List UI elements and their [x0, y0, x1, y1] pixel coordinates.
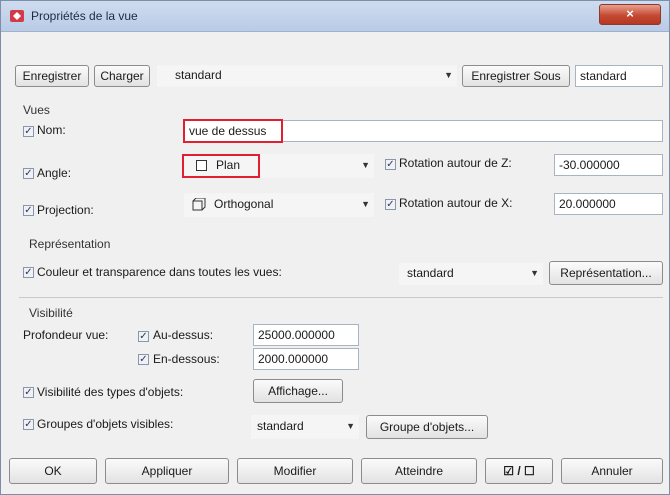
above-label: Au-dessus:	[153, 328, 214, 342]
save-as-name-field[interactable]: standard	[575, 65, 663, 87]
groups-checkbox[interactable]: ✓	[23, 419, 34, 430]
representation-button[interactable]: Représentation...	[549, 261, 663, 285]
above-field[interactable]: 25000.000000	[253, 324, 359, 346]
color-checkbox[interactable]: ✓	[23, 267, 34, 278]
preset-dropdown[interactable]: standard ▼	[157, 65, 457, 87]
projection-checkbox[interactable]: ✓	[23, 205, 34, 216]
groups-dropdown[interactable]: standard ▼	[251, 415, 359, 439]
view-properties-dialog: Propriétés de la vue × Enregistrer Charg…	[0, 0, 670, 495]
separator	[19, 297, 663, 298]
name-label: Nom:	[37, 123, 66, 137]
above-checkbox[interactable]: ✓	[138, 331, 149, 342]
rotz-checkbox[interactable]: ✓	[385, 159, 396, 170]
orthogonal-projection-icon	[192, 198, 206, 211]
groups-value: standard	[257, 419, 304, 433]
below-field[interactable]: 2000.000000	[253, 348, 359, 370]
rotz-field[interactable]: -30.000000	[554, 154, 663, 176]
save-as-button[interactable]: Enregistrer Sous	[462, 65, 570, 87]
types-label: Visibilité des types d'objets:	[37, 385, 184, 399]
name-checkbox[interactable]: ✓	[23, 126, 34, 137]
section-vues: Vues	[23, 103, 50, 117]
color-label: Couleur et transparence dans toutes les …	[37, 265, 282, 279]
app-icon	[10, 10, 24, 22]
reach-button[interactable]: Atteindre	[361, 458, 477, 484]
projection-dropdown[interactable]: Orthogonal ▼	[184, 193, 374, 217]
angle-highlight	[182, 154, 260, 178]
object-group-button[interactable]: Groupe d'objets...	[366, 415, 488, 439]
angle-checkbox[interactable]: ✓	[23, 168, 34, 179]
close-button[interactable]: ×	[599, 4, 661, 25]
chevron-down-icon: ▼	[361, 199, 370, 209]
chevron-down-icon: ▼	[530, 268, 539, 278]
display-button[interactable]: Affichage...	[253, 379, 343, 403]
groups-label: Groupes d'objets visibles:	[37, 417, 174, 431]
color-dropdown[interactable]: standard ▼	[399, 263, 543, 285]
projection-value: Orthogonal	[214, 197, 274, 211]
chevron-down-icon: ▼	[361, 160, 370, 170]
depth-label: Profondeur vue:	[23, 328, 109, 342]
save-button[interactable]: Enregistrer	[15, 65, 89, 87]
chevron-down-icon: ▼	[346, 421, 355, 431]
section-visibilite: Visibilité	[29, 306, 73, 320]
below-checkbox[interactable]: ✓	[138, 354, 149, 365]
chevron-down-icon: ▼	[444, 70, 453, 80]
cancel-button[interactable]: Annuler	[561, 458, 663, 484]
rotx-label: Rotation autour de X:	[399, 196, 513, 210]
section-representation: Représentation	[29, 237, 111, 251]
preset-value: standard	[175, 68, 222, 82]
types-checkbox[interactable]: ✓	[23, 387, 34, 398]
title-bar: Propriétés de la vue ×	[1, 1, 669, 32]
rotx-field[interactable]: 20.000000	[554, 193, 663, 215]
name-highlight	[183, 119, 283, 143]
ok-button[interactable]: OK	[9, 458, 97, 484]
below-label: En-dessous:	[153, 352, 220, 366]
color-value: standard	[407, 266, 454, 280]
angle-label: Angle:	[37, 166, 72, 180]
rotx-checkbox[interactable]: ✓	[385, 199, 396, 210]
apply-button[interactable]: Appliquer	[105, 458, 229, 484]
projection-label: Projection:	[37, 203, 94, 217]
rotz-label: Rotation autour de Z:	[399, 156, 512, 170]
window-title: Propriétés de la vue	[31, 9, 138, 23]
load-button[interactable]: Charger	[94, 65, 150, 87]
modify-button[interactable]: Modifier	[237, 458, 353, 484]
toggle-all-button[interactable]: ☑ / ☐	[485, 458, 553, 484]
